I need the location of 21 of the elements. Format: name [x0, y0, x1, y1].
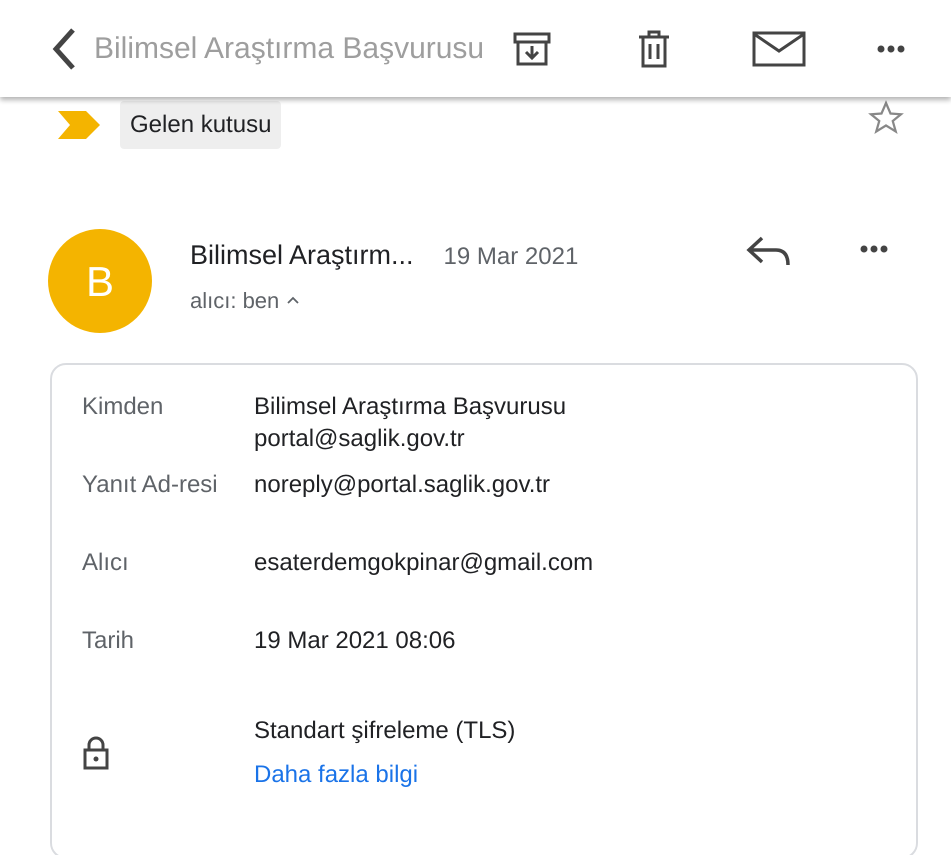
- more-icon: [860, 245, 888, 253]
- more-icon: [877, 44, 905, 52]
- recipient-toggle[interactable]: alıcı: ben: [190, 284, 300, 316]
- encryption-text: Standart şifreleme (TLS): [254, 716, 516, 746]
- more-info-link[interactable]: Daha fazla bilgi: [254, 757, 418, 793]
- detail-value: esaterdemgokpinar@gmail.com: [254, 548, 594, 578]
- sender-name: Bilimsel Araştırm...: [190, 239, 414, 272]
- detail-value: noreply@portal.saglik.gov.tr: [254, 470, 550, 500]
- label-icon: [58, 111, 100, 139]
- label-chip[interactable]: Gelen kutusu: [120, 101, 282, 149]
- detail-label: Yanıt Ad-resi: [82, 470, 219, 500]
- detail-value: portal@saglik.gov.tr: [254, 424, 466, 454]
- detail-label: Kimden: [82, 392, 164, 422]
- message-date: 19 Mar 2021: [444, 242, 578, 272]
- lock-icon: [82, 735, 110, 771]
- star-icon[interactable]: [868, 100, 904, 136]
- detail-label: Alıcı: [82, 548, 130, 578]
- email-subject: Bilimsel Araştırma Başvurusu: [94, 31, 484, 67]
- detail-value: Bilimsel Araştırma Başvurusu: [254, 392, 566, 422]
- detail-label: Tarih: [82, 626, 136, 656]
- detail-value: 19 Mar 2021 08:06: [254, 626, 456, 656]
